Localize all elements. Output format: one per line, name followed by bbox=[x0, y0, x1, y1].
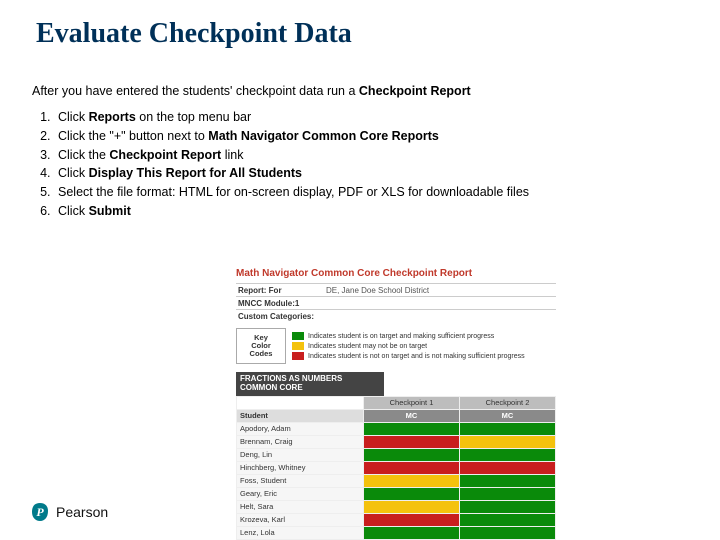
col-mc-1: MC bbox=[364, 409, 460, 422]
intro-bold: Checkpoint Report bbox=[359, 84, 471, 98]
meta-categories-label: Custom Categories: bbox=[236, 311, 324, 322]
step-6: Click Submit bbox=[54, 202, 720, 221]
checkpoint-cell bbox=[460, 513, 556, 526]
step-3: Click the Checkpoint Report link bbox=[54, 146, 720, 165]
legend-red: Indicates student is not on target and i… bbox=[292, 352, 525, 360]
col-checkpoint-2: Checkpoint 2 bbox=[460, 396, 556, 409]
page-title: Evaluate Checkpoint Data bbox=[0, 0, 720, 50]
meta-categories-value bbox=[324, 315, 328, 317]
slide: Evaluate Checkpoint Data After you have … bbox=[0, 0, 720, 540]
steps-list: Click Reports on the top menu bar Click … bbox=[32, 108, 720, 221]
checkpoint-cell bbox=[460, 435, 556, 448]
svg-text:P: P bbox=[36, 505, 44, 519]
meta-module-value bbox=[324, 302, 328, 304]
checkpoint-cell bbox=[364, 461, 460, 474]
table-row: Lenz, Lola bbox=[237, 526, 556, 539]
step-4-pre: Click bbox=[58, 166, 89, 180]
table-row: Hinchberg, Whitney bbox=[237, 461, 556, 474]
table-header-row-2: Student MC MC bbox=[237, 409, 556, 422]
checkpoint-cell bbox=[364, 487, 460, 500]
swatch-yellow bbox=[292, 342, 304, 350]
student-name: Hinchberg, Whitney bbox=[237, 461, 364, 474]
table-row: Foss, Student bbox=[237, 474, 556, 487]
legend-yellow-text: Indicates student may not be on target bbox=[308, 343, 427, 350]
checkpoint-cell bbox=[460, 500, 556, 513]
step-3-pre: Click the bbox=[58, 148, 109, 162]
step-3-post: link bbox=[221, 148, 243, 162]
meta-for-value: DE, Jane Doe School District bbox=[324, 285, 431, 296]
col-mc-2: MC bbox=[460, 409, 556, 422]
col-student: Student bbox=[237, 409, 364, 422]
legend-yellow: Indicates student may not be on target bbox=[292, 342, 525, 350]
step-2-pre: Click the "+" button next to bbox=[58, 129, 208, 143]
legend-green-text: Indicates student is on target and makin… bbox=[308, 333, 494, 340]
intro-text: After you have entered the students' che… bbox=[0, 50, 720, 98]
table-body: Apodory, AdamBrennam, CraigDeng, LinHinc… bbox=[237, 422, 556, 540]
student-name: Krozeva, Karl bbox=[237, 513, 364, 526]
meta-row-categories: Custom Categories: bbox=[236, 309, 556, 322]
step-2: Click the "+" button next to Math Naviga… bbox=[54, 127, 720, 146]
table-row: Apodory, Adam bbox=[237, 422, 556, 435]
student-name: Lenz, Lola bbox=[237, 526, 364, 539]
student-name: Foss, Student bbox=[237, 474, 364, 487]
meta-row-module: MNCC Module:1 bbox=[236, 296, 556, 309]
legend-green: Indicates student is on target and makin… bbox=[292, 332, 525, 340]
step-2-bold: Math Navigator Common Core Reports bbox=[208, 129, 439, 143]
checkpoint-cell bbox=[460, 461, 556, 474]
checkpoint-table: Checkpoint 1 Checkpoint 2 Student MC MC … bbox=[236, 396, 556, 540]
report-title: Math Navigator Common Core Checkpoint Re… bbox=[236, 268, 556, 279]
step-1: Click Reports on the top menu bar bbox=[54, 108, 720, 127]
student-name: Geary, Eric bbox=[237, 487, 364, 500]
step-5: Select the file format: HTML for on-scre… bbox=[54, 183, 720, 202]
footer-logo: P Pearson bbox=[30, 502, 108, 522]
step-6-pre: Click bbox=[58, 204, 89, 218]
student-name: Deng, Lin bbox=[237, 448, 364, 461]
checkpoint-cell bbox=[364, 435, 460, 448]
checkpoint-cell bbox=[364, 448, 460, 461]
legend-red-text: Indicates student is not on target and i… bbox=[308, 353, 525, 360]
checkpoint-cell bbox=[364, 422, 460, 435]
checkpoint-report-preview: Math Navigator Common Core Checkpoint Re… bbox=[236, 268, 556, 540]
table-row: Krozeva, Karl bbox=[237, 513, 556, 526]
table-row: Deng, Lin bbox=[237, 448, 556, 461]
checkpoint-cell bbox=[460, 487, 556, 500]
checkpoint-cell bbox=[460, 422, 556, 435]
student-name: Brennam, Craig bbox=[237, 435, 364, 448]
student-name: Helt, Sara bbox=[237, 500, 364, 513]
step-3-bold: Checkpoint Report bbox=[109, 148, 221, 162]
key-legend: Indicates student is on target and makin… bbox=[292, 328, 525, 364]
step-1-pre: Click bbox=[58, 110, 89, 124]
col-blank bbox=[237, 396, 364, 409]
meta-row-for: Report: For DE, Jane Doe School District bbox=[236, 283, 556, 296]
table-row: Helt, Sara bbox=[237, 500, 556, 513]
student-name: Apodory, Adam bbox=[237, 422, 364, 435]
intro-prefix: After you have entered the students' che… bbox=[32, 84, 359, 98]
checkpoint-cell bbox=[364, 500, 460, 513]
col-checkpoint-1: Checkpoint 1 bbox=[364, 396, 460, 409]
meta-module-label: MNCC Module:1 bbox=[236, 298, 324, 309]
key-word-3: Codes bbox=[237, 350, 285, 358]
checkpoint-cell bbox=[460, 448, 556, 461]
checkpoint-cell bbox=[364, 474, 460, 487]
table-row: Brennam, Craig bbox=[237, 435, 556, 448]
step-1-post: on the top menu bar bbox=[136, 110, 251, 124]
checkpoint-cell bbox=[364, 526, 460, 539]
table-header-row-1: Checkpoint 1 Checkpoint 2 bbox=[237, 396, 556, 409]
key-block: Key Color Codes Indicates student is on … bbox=[236, 328, 556, 364]
pearson-logo-icon: P bbox=[30, 502, 50, 522]
step-1-bold: Reports bbox=[89, 110, 136, 124]
swatch-red bbox=[292, 352, 304, 360]
step-6-bold: Submit bbox=[89, 204, 131, 218]
meta-for-label: Report: For bbox=[236, 285, 324, 296]
table-row: Geary, Eric bbox=[237, 487, 556, 500]
step-4: Click Display This Report for All Studen… bbox=[54, 164, 720, 183]
pearson-logo-text: Pearson bbox=[56, 504, 108, 520]
step-4-bold: Display This Report for All Students bbox=[89, 166, 302, 180]
swatch-green bbox=[292, 332, 304, 340]
key-label-box: Key Color Codes bbox=[236, 328, 286, 364]
checkpoint-cell bbox=[460, 526, 556, 539]
checkpoint-cell bbox=[460, 474, 556, 487]
section-heading: FRACTIONS AS NUMBERS COMMON CORE bbox=[236, 372, 384, 396]
checkpoint-cell bbox=[364, 513, 460, 526]
